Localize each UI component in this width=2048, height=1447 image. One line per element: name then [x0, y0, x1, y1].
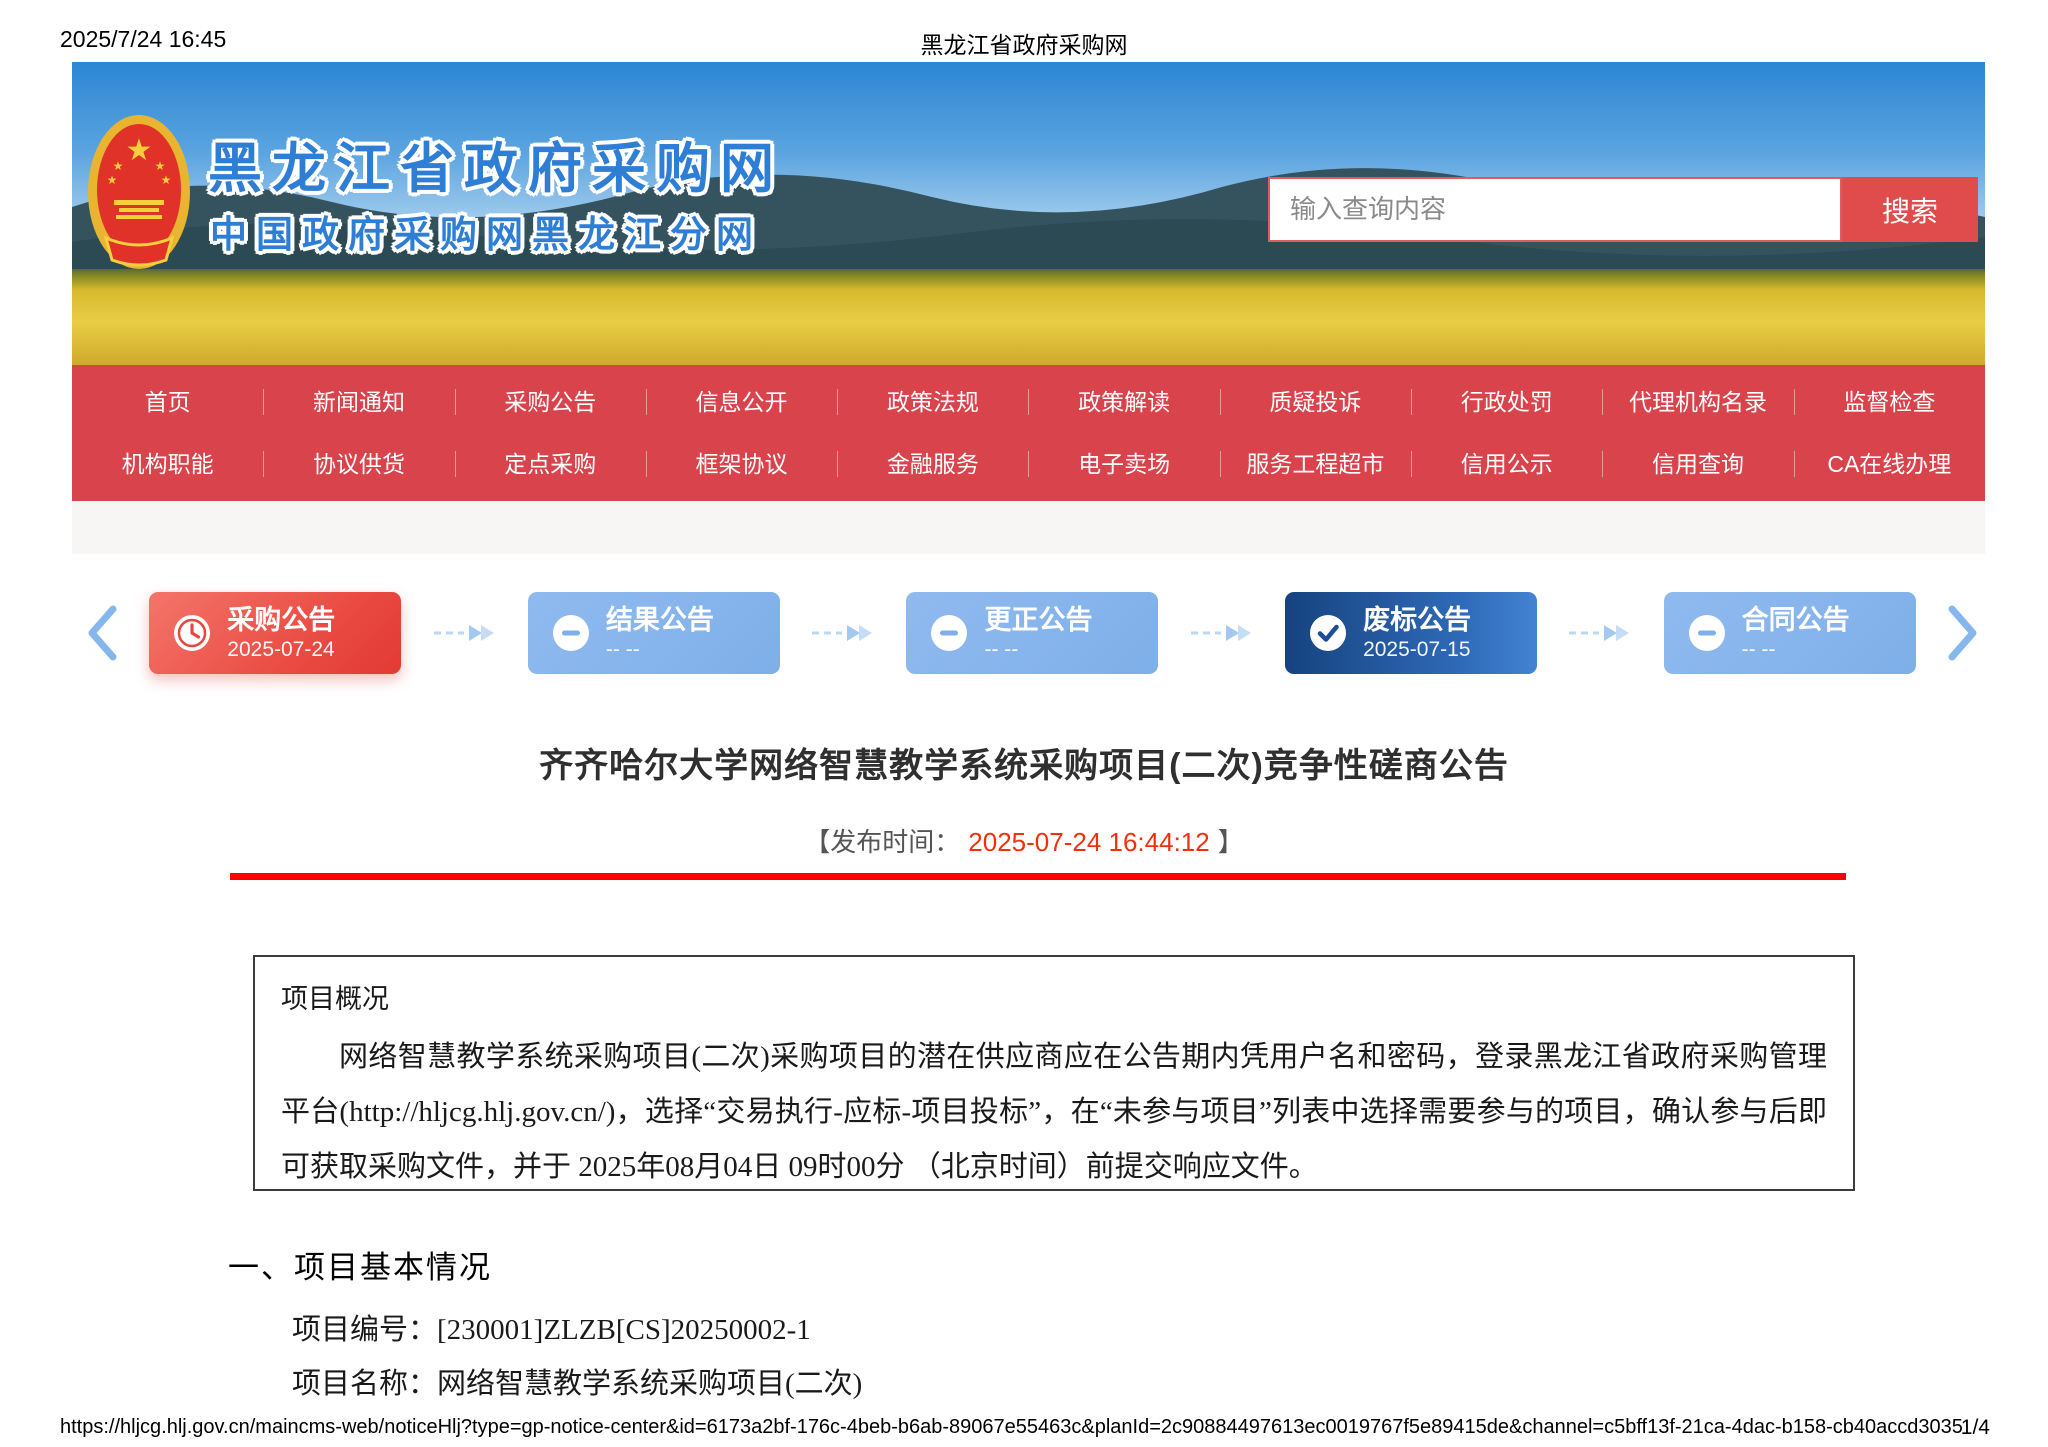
section-heading-basic-info: 一、项目基本情况	[228, 1242, 492, 1287]
nav-item-info-disclosure[interactable]: 信息公开	[646, 374, 837, 430]
nav-item-admin-penalty[interactable]: 行政处罚	[1411, 374, 1602, 430]
nav-item-framework[interactable]: 框架协议	[646, 436, 837, 492]
publish-time-label: 【发布时间：	[804, 827, 960, 857]
overview-text: 网络智慧教学系统采购项目(二次)采购项目的潜在供应商应在公告期内凭用户名和密码，…	[281, 1030, 1827, 1195]
nav-item-service-mart[interactable]: 服务工程超市	[1220, 436, 1411, 492]
nav-item-emall[interactable]: 电子卖场	[1028, 436, 1219, 492]
project-number-label: 项目编号：	[292, 1314, 437, 1346]
nav-item-ca-online[interactable]: CA在线办理	[1794, 436, 1985, 492]
project-number-line: 项目编号：[230001]ZLZB[CS]20250002-1	[292, 1306, 811, 1348]
project-name-line: 项目名称：网络智慧教学系统采购项目(二次)	[292, 1360, 862, 1402]
search-input[interactable]	[1268, 177, 1842, 242]
nav-row-1: 首页 新闻通知 采购公告 信息公开 政策法规 政策解读 质疑投诉 行政处罚 代理…	[72, 374, 1985, 430]
search-button[interactable]: 搜索	[1842, 177, 1978, 242]
flow-step-result-notice[interactable]: 结果公告 -- --	[528, 592, 780, 674]
nav-item-finance[interactable]: 金融服务	[837, 436, 1028, 492]
minus-icon	[552, 614, 590, 652]
flow-step-label: 废标公告	[1363, 605, 1471, 635]
nav-item-fixed-point[interactable]: 定点采购	[455, 436, 646, 492]
flow-arrow-icon	[1189, 622, 1255, 644]
nav-item-credit-publicity[interactable]: 信用公示	[1411, 436, 1602, 492]
publish-time-value: 2025-07-24 16:44:12	[968, 827, 1209, 857]
flow-step-cancellation-notice[interactable]: 废标公告 2025-07-15	[1285, 592, 1537, 674]
nav-item-procurement-notices[interactable]: 采购公告	[455, 374, 646, 430]
publish-time-close: 】	[1218, 827, 1244, 857]
red-divider	[230, 873, 1846, 880]
nav-item-supervision[interactable]: 监督检查	[1794, 374, 1985, 430]
site-banner: ★ ★ ★ ★ ★ 黑龙江省政府采购网 中国政府采购网黑龙江分网 搜索	[72, 62, 1985, 365]
banner-site-name: 黑龙江省政府采购网	[208, 124, 784, 203]
project-number-value: [230001]ZLZB[CS]20250002-1	[437, 1314, 811, 1346]
chevron-right-icon[interactable]	[1946, 604, 1980, 662]
flow-step-label: 结果公告	[606, 605, 714, 635]
flow-step-label: 采购公告	[227, 605, 335, 635]
chevron-left-icon[interactable]	[85, 604, 119, 662]
page: 2025/7/24 16:45 黑龙江省政府采购网 ★ ★ ★ ★ ★ 黑龙江省…	[0, 0, 2048, 1447]
flow-step-date: -- --	[1742, 638, 1850, 662]
nav-item-credit-query[interactable]: 信用查询	[1602, 436, 1793, 492]
nav-item-news[interactable]: 新闻通知	[263, 374, 454, 430]
main-nav: 首页 新闻通知 采购公告 信息公开 政策法规 政策解读 质疑投诉 行政处罚 代理…	[72, 365, 1985, 501]
print-site-title: 黑龙江省政府采购网	[0, 26, 2048, 60]
nav-item-functions[interactable]: 机构职能	[72, 436, 263, 492]
field-image	[72, 269, 1985, 365]
flow-step-label: 更正公告	[984, 605, 1092, 635]
nav-bottom-strip	[72, 501, 1985, 554]
minus-icon	[930, 614, 968, 652]
flow-step-date: 2025-07-15	[1363, 638, 1471, 662]
check-icon	[1309, 614, 1347, 652]
print-url: https://hljcg.hlj.gov.cn/maincms-web/not…	[60, 1416, 1963, 1439]
national-emblem-icon: ★ ★ ★ ★ ★	[86, 112, 192, 272]
flow-step-label: 合同公告	[1742, 605, 1850, 635]
svg-text:★: ★	[161, 173, 172, 187]
flow-step-contract-notice[interactable]: 合同公告 -- --	[1664, 592, 1916, 674]
minus-icon	[1688, 614, 1726, 652]
article-title: 齐齐哈尔大学网络智慧教学系统采购项目(二次)竞争性磋商公告	[0, 738, 2048, 787]
nav-item-agency-directory[interactable]: 代理机构名录	[1602, 374, 1793, 430]
publish-time-line: 【发布时间： 2025-07-24 16:44:12 】	[0, 822, 2048, 859]
nav-row-2: 机构职能 协议供货 定点采购 框架协议 金融服务 电子卖场 服务工程超市 信用公…	[72, 436, 1985, 492]
search-bar: 搜索	[1268, 177, 1978, 242]
nav-item-policy-interpretation[interactable]: 政策解读	[1028, 374, 1219, 430]
project-overview-box: 项目概况 网络智慧教学系统采购项目(二次)采购项目的潜在供应商应在公告期内凭用户…	[253, 955, 1855, 1191]
svg-text:★: ★	[126, 134, 153, 167]
svg-text:★: ★	[155, 159, 166, 173]
nav-item-agreement-supply[interactable]: 协议供货	[263, 436, 454, 492]
notice-flow: 采购公告 2025-07-24 结果公告 -- --	[85, 578, 1980, 688]
clock-icon	[173, 614, 211, 652]
project-name-label: 项目名称：	[292, 1368, 437, 1400]
flow-arrow-icon	[810, 622, 876, 644]
nav-item-policies[interactable]: 政策法规	[837, 374, 1028, 430]
flow-step-date: -- --	[606, 638, 714, 662]
flow-arrow-icon	[432, 622, 498, 644]
flow-step-procurement-notice[interactable]: 采购公告 2025-07-24	[149, 592, 401, 674]
flow-step-date: -- --	[984, 638, 1092, 662]
flow-arrow-icon	[1567, 622, 1633, 644]
svg-text:★: ★	[113, 159, 124, 173]
nav-item-complaints[interactable]: 质疑投诉	[1220, 374, 1411, 430]
banner-site-subname: 中国政府采购网黑龙江分网	[210, 204, 762, 258]
overview-heading: 项目概况	[281, 977, 1827, 1016]
print-page-number: 1/4	[1961, 1416, 1990, 1440]
nav-item-home[interactable]: 首页	[72, 374, 263, 430]
flow-step-correction-notice[interactable]: 更正公告 -- --	[906, 592, 1158, 674]
project-name-value: 网络智慧教学系统采购项目(二次)	[437, 1368, 862, 1400]
svg-text:★: ★	[107, 173, 118, 187]
flow-step-date: 2025-07-24	[227, 638, 335, 662]
